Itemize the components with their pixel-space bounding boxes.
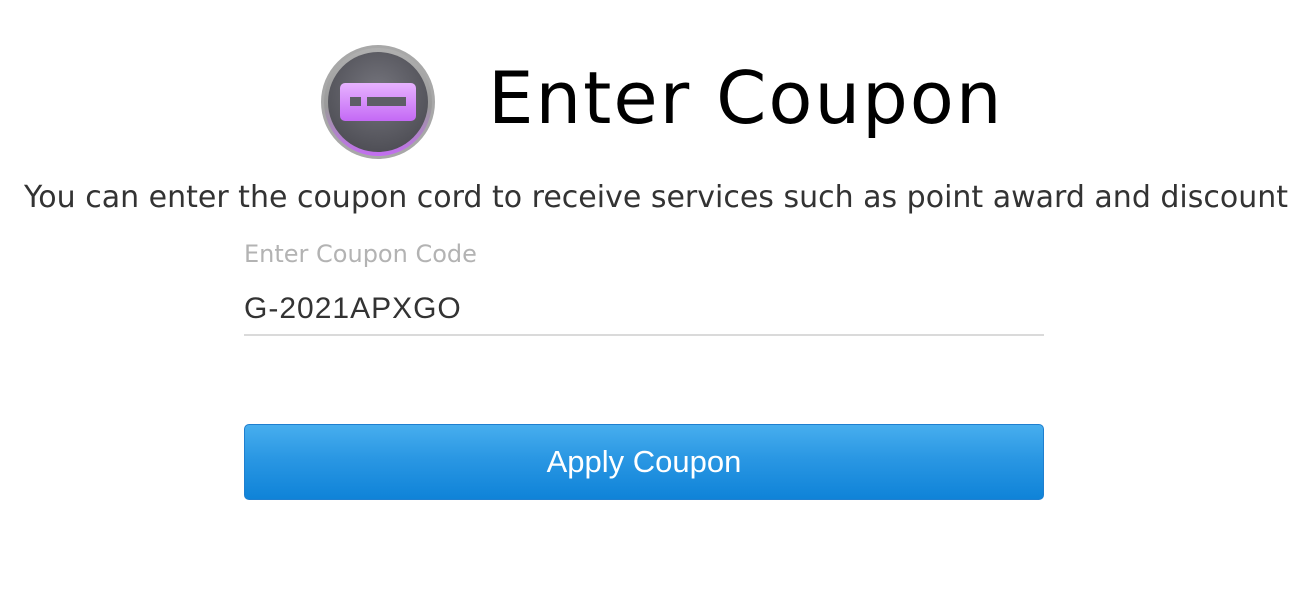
coupon-code-input[interactable] [244, 284, 1044, 336]
page-title: Enter Coupon [488, 56, 1004, 140]
coupon-ticket-icon [321, 45, 435, 159]
apply-coupon-button[interactable]: Apply Coupon [244, 424, 1044, 500]
coupon-code-label: Enter Coupon Code [244, 240, 477, 268]
coupon-description: You can enter the coupon cord to receive… [23, 180, 1289, 215]
